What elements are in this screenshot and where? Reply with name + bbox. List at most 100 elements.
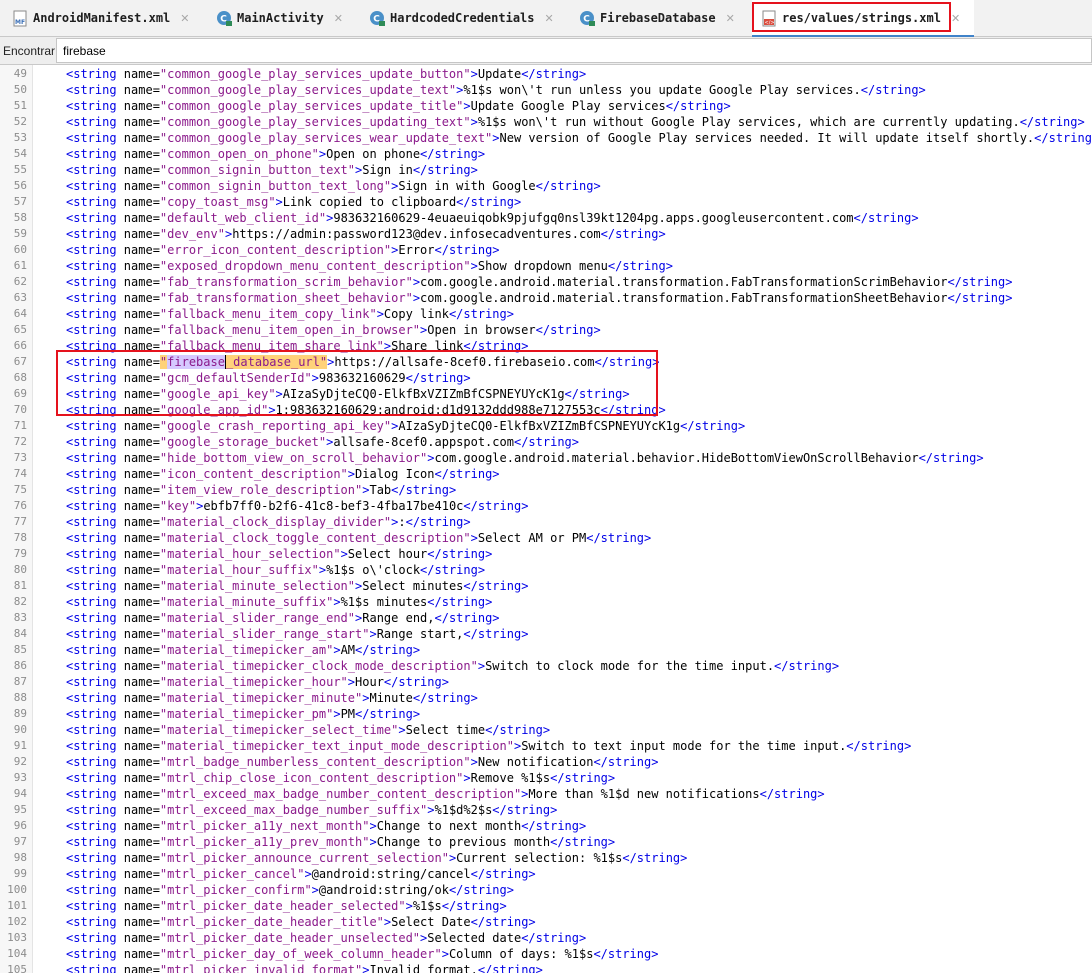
tab-android-manifest[interactable]: MF AndroidManifest.xml ✕ [12,0,190,36]
code-text: <string name="material_slider_range_end"… [66,610,500,626]
tab-hardcoded-credentials[interactable]: C HardcodedCredentials ✕ [369,0,554,36]
code-line[interactable]: 49 <string name= "common_google_play_servi… [0,66,1092,82]
close-icon[interactable]: ✕ [726,12,735,25]
code-line[interactable]: 58 <string name="default_web_client_id">9… [0,210,1092,226]
code-line[interactable]: 98 <string name= "mtrl_picker_announce_cur… [0,850,1092,866]
xml-close-tag: </string> [535,179,601,193]
quote: " [405,275,413,289]
code-line[interactable]: 76 <string name="key">ebfb7ff0-b2f6-41c8-… [0,498,1092,514]
line-number: 104 [7,947,27,960]
code-editor[interactable]: 49 <string name="common_google_play_servi… [0,65,1092,973]
string-value: https://admin:password123@dev.infosecadv… [232,227,601,241]
string-value: Update Google Play services [470,99,666,113]
attribute-value: mtrl_picker_date_header_selected [167,899,399,913]
quote: " [333,547,341,561]
close-icon[interactable]: ✕ [180,12,189,25]
close-icon[interactable]: ✕ [951,12,960,25]
code-line[interactable]: 56 <string name="common_signin_button_tex… [0,178,1092,194]
code-line[interactable]: 51 <string name="common_google_play_servi… [0,98,1092,114]
code-line[interactable]: 81 <string name= "material_minute_selectio… [0,578,1092,594]
code-line[interactable]: 103 <string name= "mtrl_picker_date_header… [0,930,1092,946]
code-line[interactable]: 59 <string name="dev_env">https://admin:p… [0,226,1092,242]
code-text: <string name="item_view_role_description… [66,482,456,498]
xml-open-tag: <string [66,915,124,929]
xml-tag-close: > [398,723,406,737]
code-line[interactable]: 64 <string name= "fallback_menu_item_copy_… [0,306,1092,322]
xml-tag-close: > [470,531,478,545]
code-line[interactable]: 88 <string name="material_timepicker_minu… [0,690,1092,706]
code-line[interactable]: 52 <string name= "common_google_play_servi… [0,114,1092,130]
code-line[interactable]: 60 <string name="error_icon_content_descr… [0,242,1092,258]
code-text: <string name="material_clock_display_div… [66,514,471,530]
code-line[interactable]: 96 <string name="mtrl_picker_a11y_next_mo… [0,818,1092,834]
xml-attribute: name= [123,851,160,865]
xml-close-tag: </string> [448,883,514,897]
xml-attribute: name= [123,739,160,753]
attribute-value: common_google_play_services_update_butto… [167,67,464,81]
line-number: 83 [13,611,27,624]
code-line[interactable]: 93 <string name="mtrl_chip_close_icon_con… [0,770,1092,786]
close-icon[interactable]: ✕ [334,12,343,25]
code-line[interactable]: 99 <string name="mtrl_picker_cancel">@and… [0,866,1092,882]
code-line[interactable]: 91 <string name= "material_timepicker_text… [0,738,1092,754]
code-line[interactable]: 95 <string name="mtrl_exceed_max_badge_nu… [0,802,1092,818]
code-line[interactable]: 90 <string name="material_timepicker_sele… [0,722,1092,738]
xml-open-tag: <string [66,963,124,973]
tab-label: HardcodedCredentials [390,11,535,25]
manifest-file-icon: MF [13,10,27,26]
line-number: 58 [13,211,27,224]
code-line[interactable]: 105 <string name="mtrl_picker_invalid_for… [0,962,1092,973]
code-line[interactable]: 71 <string name="google_crash_reporting_a… [0,418,1092,434]
code-line[interactable]: 101 <string name= "mtrl_picker_date_header… [0,898,1092,914]
tab-main-activity[interactable]: C MainActivity ✕ [216,0,343,36]
xml-attribute: name= [123,787,160,801]
code-line[interactable]: 74 <string name= "icon_content_description… [0,466,1092,482]
code-line[interactable]: 77 <string name="material_clock_display_d… [0,514,1092,530]
code-line[interactable]: 63 <string name= "fab_transformation_sheet… [0,290,1092,306]
code-line[interactable]: 61 <string name= "exposed_dropdown_menu_co… [0,258,1092,274]
code-line[interactable]: 80 <string name="material_hour_suffix">%1… [0,562,1092,578]
xml-open-tag: <string [66,595,124,609]
xml-tag-close: > [470,67,478,81]
tab-firebase-database[interactable]: C FirebaseDatabase ✕ [579,0,735,36]
code-line[interactable]: 92 <string name= "mtrl_badge_numberless_co… [0,754,1092,770]
code-line[interactable]: 82 <string name="material_minute_suffix">… [0,594,1092,610]
code-line[interactable]: 84 <string name="material_slider_range_st… [0,626,1092,642]
string-value: Tab [369,483,392,497]
close-icon[interactable]: ✕ [545,12,554,25]
xml-close-tag: </string> [477,963,543,973]
code-line[interactable]: 87 <string name= "material_timepicker_hour… [0,674,1092,690]
code-line[interactable]: 62 <string name= "fab_transformation_scrim… [0,274,1092,290]
code-line[interactable]: 85 <string name="material_timepicker_am">… [0,642,1092,658]
quote: " [470,659,478,673]
line-number: 76 [13,499,27,512]
code-line[interactable]: 65 <string name= "fallback_menu_item_open_… [0,322,1092,338]
code-line[interactable]: 72 <string name="google_storage_bucket">a… [0,434,1092,450]
code-line[interactable]: 97 <string name="mtrl_picker_a11y_prev_mo… [0,834,1092,850]
quote: " [369,307,377,321]
code-line[interactable]: 78 <string name= "material_clock_toggle_co… [0,530,1092,546]
code-line[interactable]: 79 <string name="material_hour_selection"… [0,546,1092,562]
code-line[interactable]: 57 <string name="copy_toast_msg">Link cop… [0,194,1092,210]
quote: " [347,611,356,625]
xml-close-tag: </string> [434,467,500,481]
code-line[interactable]: 53 <string name="common_google_play_servi… [0,130,1092,146]
code-line[interactable]: 73 <string name="hide_bottom_view_on_scro… [0,450,1092,466]
code-line[interactable]: 94 <string name="mtrl_exceed_max_badge_nu… [0,786,1092,802]
code-line[interactable]: 55 <string name= "common_signin_button_tex… [0,162,1092,178]
code-line[interactable]: 54 <string name="common_open_on_phone">Op… [0,146,1092,162]
xml-close-tag: </string> [607,259,673,273]
code-line[interactable]: 86 <string name= "material_timepicker_cloc… [0,658,1092,674]
code-line[interactable]: 102 <string name= "mtrl_picker_date_header… [0,914,1092,930]
line-number: 90 [13,723,27,736]
code-line[interactable]: 50 <string name="common_google_play_servi… [0,82,1092,98]
string-value: Select hour [347,547,428,561]
code-line[interactable]: 75 <string name="item_view_role_descripti… [0,482,1092,498]
xml-open-tag: <string [66,867,124,881]
code-text: <string name= "material_timepicker_text_i… [66,738,911,754]
code-line[interactable]: 100 <string name="mtrl_picker_confirm">@a… [0,882,1092,898]
code-line[interactable]: 89 <string name="material_timepicker_pm">… [0,706,1092,722]
find-input[interactable] [56,38,1092,63]
code-line[interactable]: 83 <string name= "material_slider_range_en… [0,610,1092,626]
code-line[interactable]: 104 <string name= "mtrl_picker_day_of_week… [0,946,1092,962]
